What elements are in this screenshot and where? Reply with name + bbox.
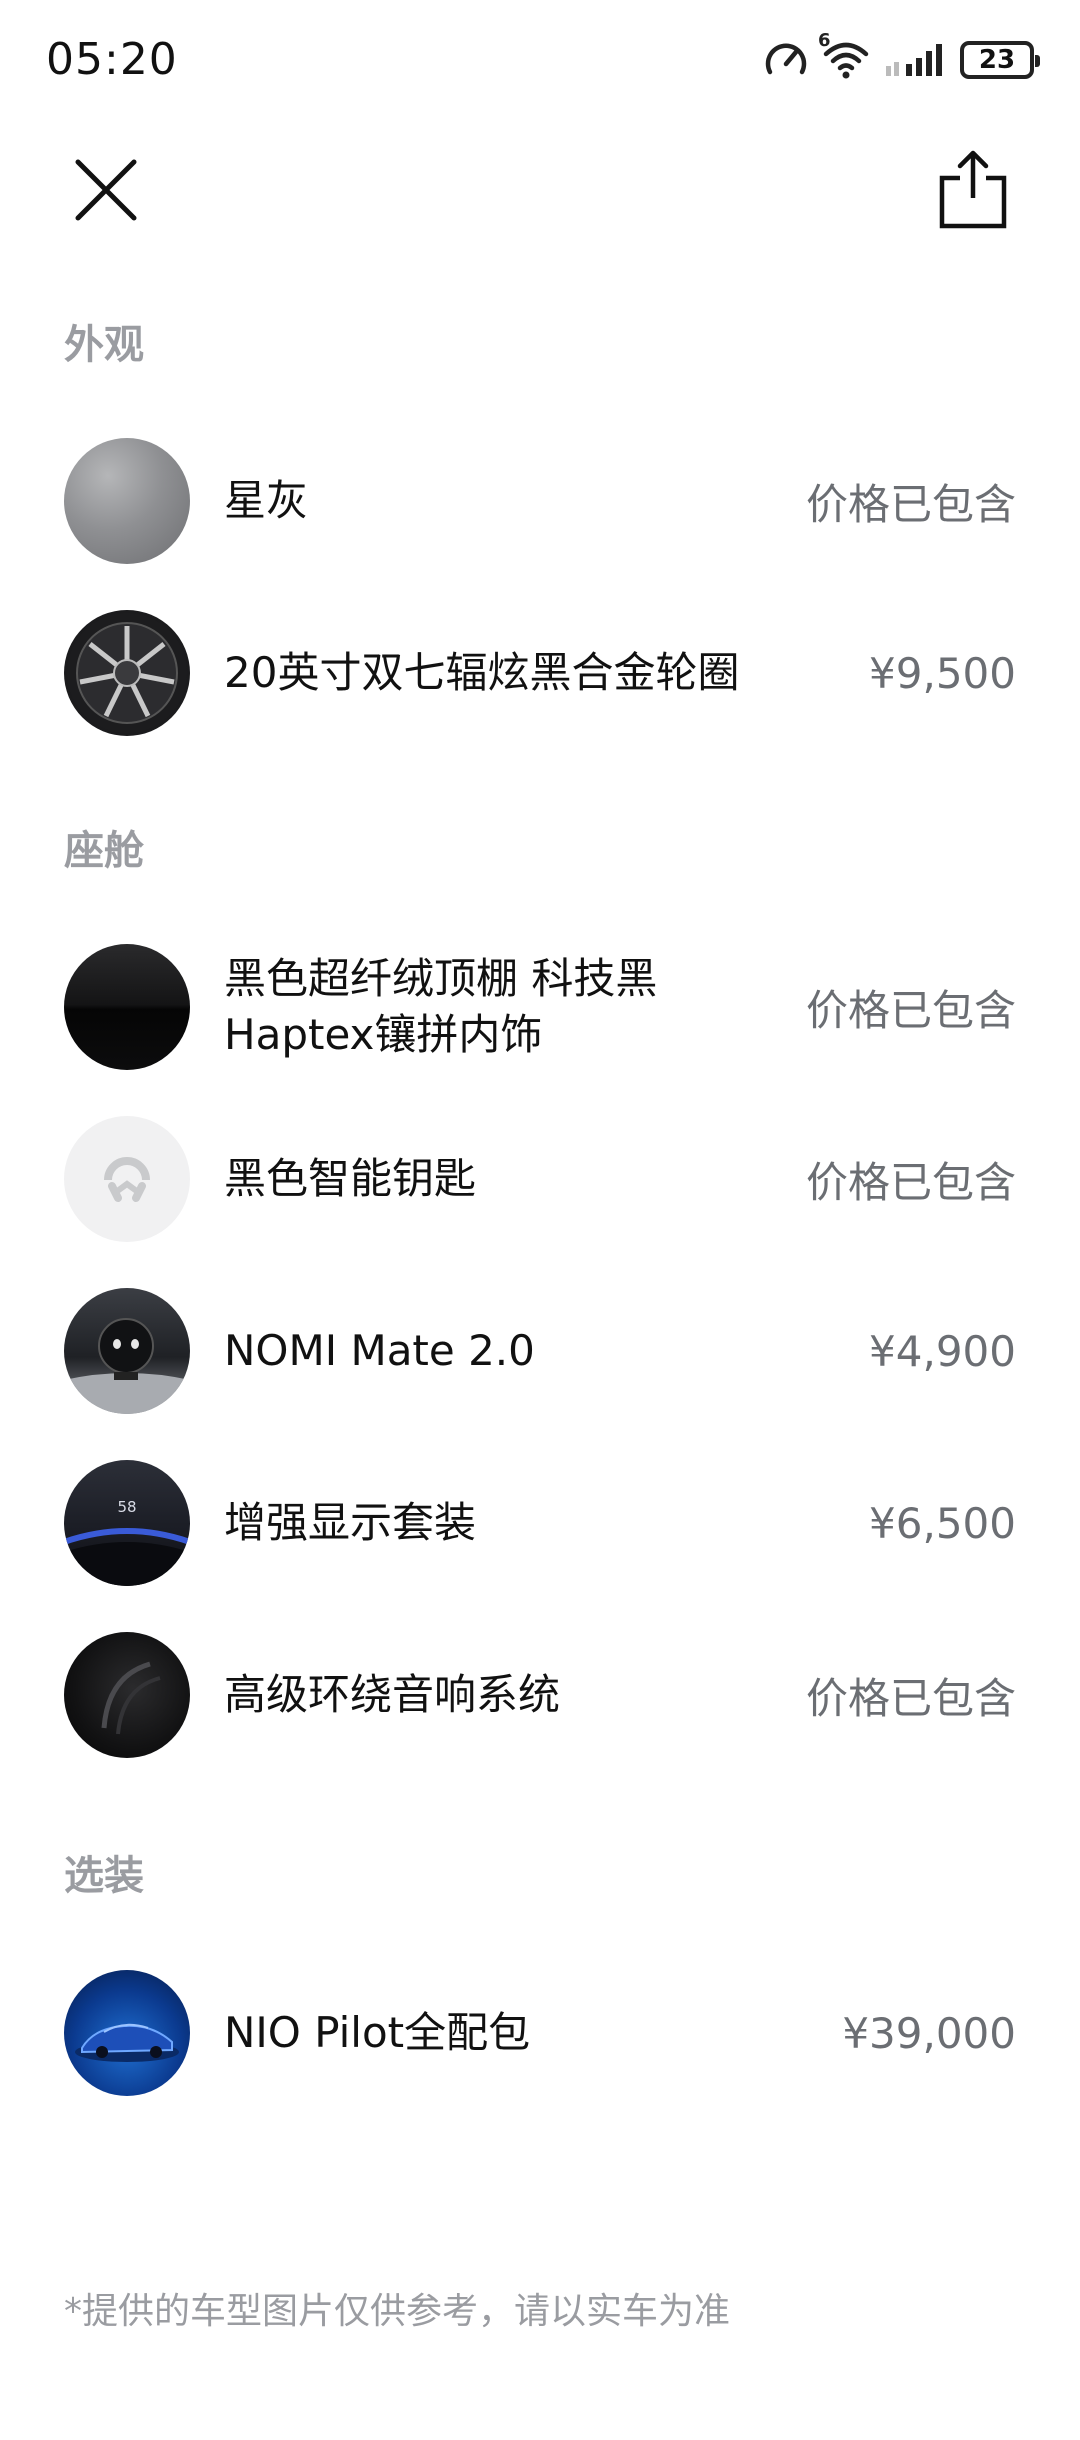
option-label-line1: 黑色超纤绒顶棚 科技黑 bbox=[224, 954, 658, 1003]
hud-speed-text: 58 bbox=[117, 1498, 137, 1516]
option-label: 20英寸双七辐炫黑合金轮圈 bbox=[224, 648, 740, 697]
close-icon bbox=[75, 159, 137, 221]
blue-car-thumb bbox=[64, 1970, 190, 2096]
option-row-hud[interactable]: 58 增强显示套装 ¥6,500 bbox=[64, 1458, 1016, 1588]
nio-logo-icon bbox=[104, 1157, 150, 1202]
speaker-grille-thumb bbox=[64, 1632, 190, 1758]
share-button[interactable] bbox=[934, 148, 1012, 232]
battery-level: 23 bbox=[978, 45, 1016, 75]
option-label: 黑色超纤绒顶棚 科技黑 Haptex镶拼内饰 bbox=[224, 951, 806, 1063]
option-price: 价格已包含 bbox=[805, 479, 1016, 529]
disclaimer-text: *提供的车型图片仅供参考，请以实车为准 bbox=[64, 2291, 731, 2332]
option-price: 价格已包含 bbox=[805, 985, 1016, 1035]
option-price: ¥6,500 bbox=[869, 1498, 1016, 1548]
status-bar: 05:20 6 23 bbox=[0, 0, 1080, 120]
option-row-nomi[interactable]: NOMI Mate 2.0 ¥4,900 bbox=[64, 1286, 1016, 1416]
blue-car-image bbox=[75, 2023, 179, 2062]
section-title-exterior: 外观 bbox=[64, 322, 144, 368]
black-interior-fabric-thumb bbox=[64, 944, 190, 1070]
nio-key-thumb bbox=[64, 1116, 190, 1242]
speedometer-icon bbox=[764, 40, 808, 80]
wheel-rim-image bbox=[67, 613, 187, 733]
option-label: NOMI Mate 2.0 bbox=[224, 1326, 535, 1375]
close-button[interactable] bbox=[68, 152, 144, 228]
option-label: 黑色智能钥匙 bbox=[224, 1154, 477, 1203]
option-label: 增强显示套装 bbox=[224, 1498, 477, 1547]
nomi-robot-image bbox=[64, 1318, 190, 1414]
option-price: ¥9,500 bbox=[869, 648, 1016, 698]
option-price: 价格已包含 bbox=[805, 1157, 1016, 1207]
status-time: 05:20 bbox=[46, 34, 178, 85]
option-price: ¥39,000 bbox=[842, 2008, 1016, 2058]
option-label-line2: Haptex镶拼内饰 bbox=[224, 1010, 543, 1059]
option-row-interior[interactable]: 黑色超纤绒顶棚 科技黑 Haptex镶拼内饰 价格已包含 bbox=[64, 942, 1016, 1072]
option-row-paint[interactable]: 星灰 价格已包含 bbox=[64, 436, 1016, 566]
option-row-audio[interactable]: 高级环绕音响系统 价格已包含 bbox=[64, 1630, 1016, 1760]
gray-paint-swatch-thumb bbox=[64, 438, 190, 564]
option-row-wheels[interactable]: 20英寸双七辐炫黑合金轮圈 ¥9,500 bbox=[64, 608, 1016, 738]
head-up-display-image bbox=[64, 1528, 190, 1586]
wheel-rim-thumb bbox=[64, 610, 190, 736]
share-icon bbox=[939, 150, 1007, 229]
option-row-nio-pilot[interactable]: NIO Pilot全配包 ¥39,000 bbox=[64, 1968, 1016, 2098]
nomi-robot-thumb bbox=[64, 1288, 190, 1414]
head-up-display-thumb: 58 bbox=[64, 1460, 190, 1586]
option-label: 高级环绕音响系统 bbox=[224, 1670, 561, 1719]
option-label: NIO Pilot全配包 bbox=[224, 2008, 531, 2057]
section-title-optional: 选装 bbox=[64, 1853, 144, 1899]
option-price: ¥4,900 bbox=[869, 1326, 1016, 1376]
battery-icon: 23 bbox=[960, 41, 1040, 79]
section-title-cabin: 座舱 bbox=[64, 828, 144, 874]
signal-icon bbox=[884, 40, 946, 80]
network-type-label: 6 bbox=[818, 30, 831, 51]
speaker-grille-image bbox=[101, 1661, 161, 1735]
option-row-key[interactable]: 黑色智能钥匙 价格已包含 bbox=[64, 1114, 1016, 1244]
wifi-icon: 6 bbox=[818, 30, 870, 80]
option-price: 价格已包含 bbox=[805, 1673, 1016, 1723]
status-icons: 6 23 bbox=[764, 30, 1040, 84]
option-label: 星灰 bbox=[224, 476, 309, 525]
